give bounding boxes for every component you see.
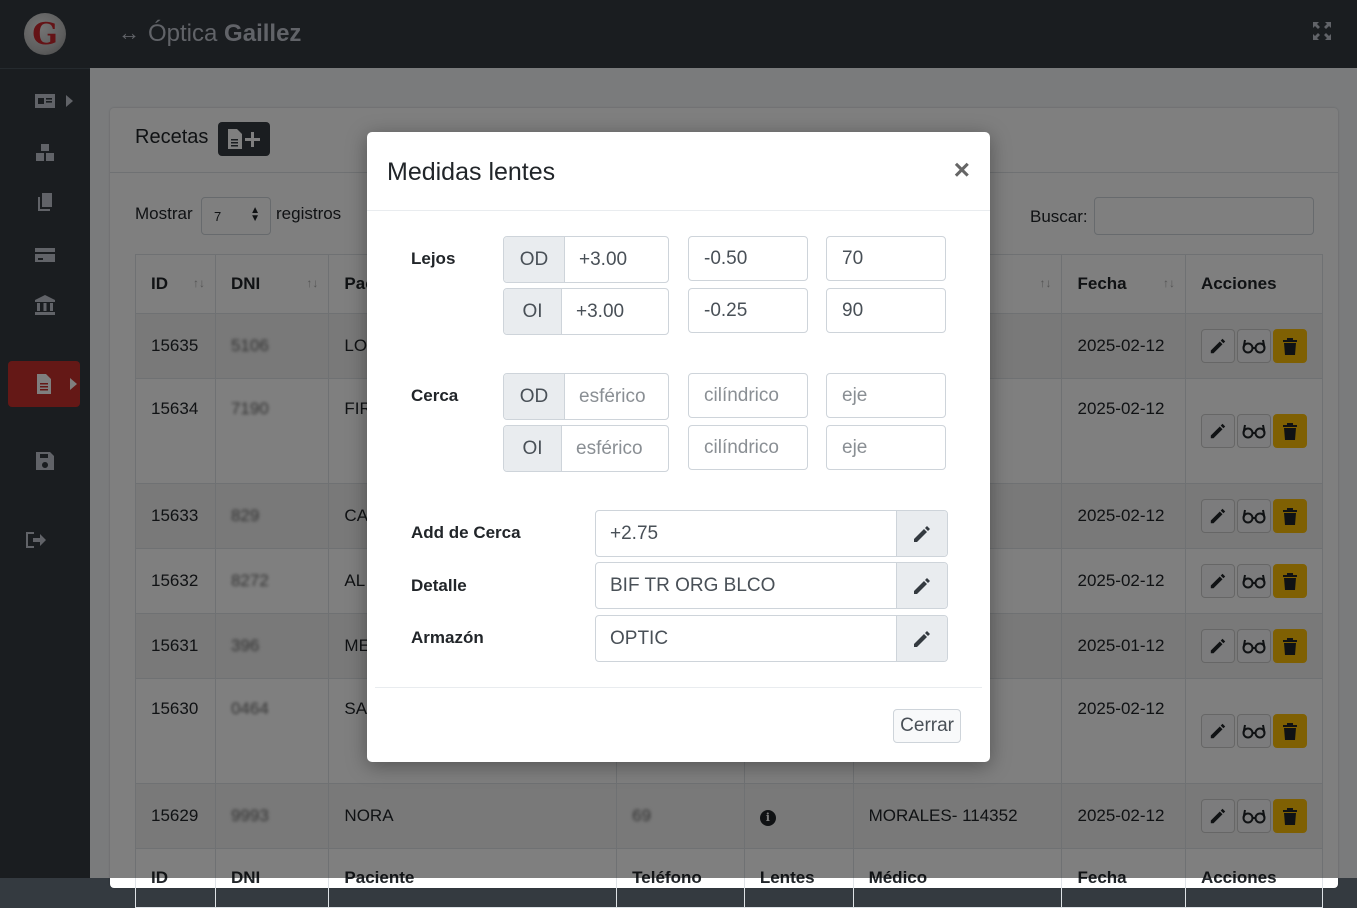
- lejos-oi-esferico-group: OI +3.00: [503, 288, 669, 335]
- add-cerca-input[interactable]: +2.75: [596, 511, 896, 556]
- medidas-lentes-modal: Medidas lentes × Lejos OD +3.00 -0.50 70…: [367, 132, 990, 762]
- detalle-label: Detalle: [411, 576, 467, 595]
- cerca-label: Cerca: [411, 386, 459, 405]
- lejos-oi-cilindrico-input[interactable]: -0.25: [688, 288, 808, 333]
- armazon-input[interactable]: OPTIC: [596, 616, 896, 661]
- od-addon: OD: [504, 374, 565, 419]
- pencil-icon: [914, 577, 930, 594]
- close-icon[interactable]: ×: [954, 154, 970, 186]
- modal-header: Medidas lentes ×: [367, 132, 990, 211]
- cerca-od-cilindrico-input[interactable]: cilíndrico: [688, 373, 808, 418]
- od-addon: OD: [504, 237, 565, 282]
- edit-detalle-button[interactable]: [896, 563, 947, 608]
- lejos-oi-esferico-input[interactable]: +3.00: [562, 289, 668, 334]
- cerca-oi-esferico-group: OI esférico: [503, 425, 669, 472]
- cerca-od-esferico-input[interactable]: esférico: [565, 374, 668, 419]
- modal-footer: [375, 687, 982, 688]
- cerca-oi-esferico-input[interactable]: esférico: [562, 426, 668, 471]
- edit-add-cerca-button[interactable]: [896, 511, 947, 556]
- lejos-oi-eje-input[interactable]: 90: [826, 288, 946, 333]
- cerca-oi-eje-input[interactable]: eje: [826, 425, 946, 470]
- cerrar-button[interactable]: Cerrar: [893, 709, 961, 743]
- oi-addon: OI: [504, 289, 562, 334]
- lejos-od-cilindrico-input[interactable]: -0.50: [688, 236, 808, 281]
- cerca-od-eje-input[interactable]: eje: [826, 373, 946, 418]
- detalle-group: BIF TR ORG BLCO: [595, 562, 948, 609]
- modal-title: Medidas lentes: [387, 158, 556, 186]
- lejos-od-eje-input[interactable]: 70: [826, 236, 946, 281]
- pencil-icon: [914, 525, 930, 542]
- oi-addon: OI: [504, 426, 562, 471]
- detalle-input[interactable]: BIF TR ORG BLCO: [596, 563, 896, 608]
- edit-armazon-button[interactable]: [896, 616, 947, 661]
- lejos-od-esferico-input[interactable]: +3.00: [565, 237, 668, 282]
- add-cerca-group: +2.75: [595, 510, 948, 557]
- add-cerca-label: Add de Cerca: [411, 523, 521, 542]
- lejos-od-esferico-group: OD +3.00: [503, 236, 669, 283]
- cerca-od-esferico-group: OD esférico: [503, 373, 669, 420]
- armazon-group: OPTIC: [595, 615, 948, 662]
- lejos-label: Lejos: [411, 249, 456, 268]
- armazon-label: Armazón: [411, 628, 484, 647]
- pencil-icon: [914, 630, 930, 647]
- cerca-oi-cilindrico-input[interactable]: cilíndrico: [688, 425, 808, 470]
